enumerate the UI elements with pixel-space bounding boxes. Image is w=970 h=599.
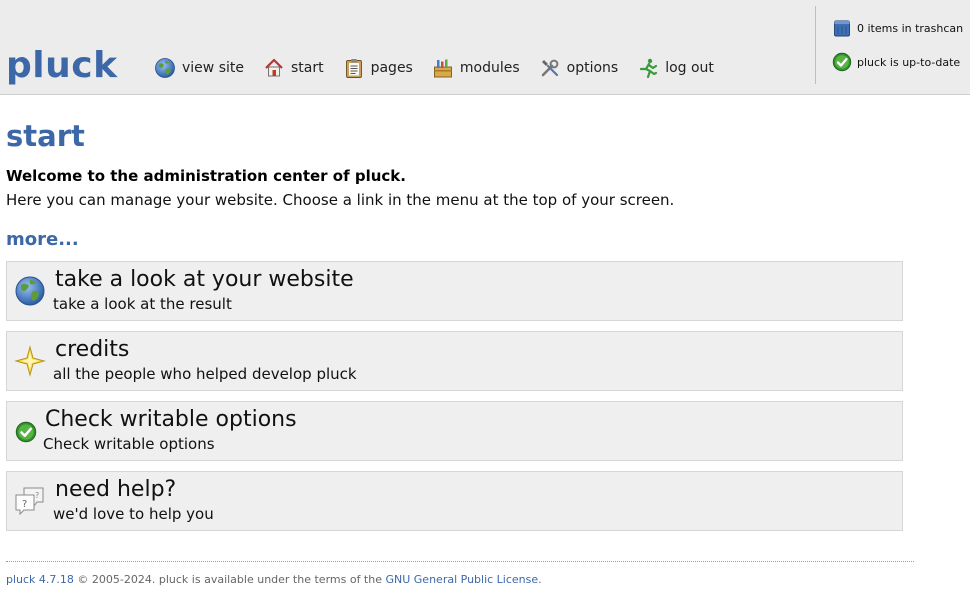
nav-start[interactable]: start [263, 57, 324, 79]
check-icon [15, 421, 37, 443]
nav-modules[interactable]: modules [432, 57, 520, 79]
help-bubbles-icon: ? ? [15, 487, 44, 516]
version-link[interactable]: pluck 4.7.18 [6, 573, 74, 586]
welcome-heading: Welcome to the administration center of … [6, 167, 406, 185]
clipboard-icon [345, 59, 362, 78]
box-subtitle: take a look at the result [53, 295, 232, 313]
nav-label: view site [182, 60, 244, 76]
box-title: take a look at your website [55, 267, 354, 292]
page-title: start [6, 119, 85, 153]
nav-view-site[interactable]: view site [154, 57, 244, 79]
box-subtitle: all the people who helped develop pluck [53, 365, 357, 383]
more-link[interactable]: more... [6, 228, 79, 252]
nav-pages[interactable]: pages [343, 57, 413, 79]
license-link[interactable]: GNU General Public License [385, 573, 538, 586]
site-logo[interactable]: pluck [6, 42, 118, 90]
nav-label: log out [665, 60, 714, 76]
check-icon [832, 52, 852, 72]
box-need-help[interactable]: ? ? need help? we'd love to help you [6, 471, 903, 531]
box-check-writable[interactable]: Check writable options Check writable op… [6, 401, 903, 461]
svg-text:?: ? [22, 499, 27, 510]
update-status[interactable]: pluck is up-to-date [832, 52, 960, 72]
update-status-text: pluck is up-to-date [857, 55, 961, 69]
toolbox-icon [433, 59, 452, 78]
copyright-text: © 2005-2024. pluck is available under th… [73, 573, 386, 586]
star-icon [14, 345, 46, 377]
nav-label: modules [459, 60, 520, 76]
nav-log-out[interactable]: log out [637, 57, 714, 79]
box-subtitle: Check writable options [43, 435, 215, 453]
box-title: Check writable options [45, 407, 297, 432]
box-subtitle: we'd love to help you [53, 505, 214, 523]
header: pluck view site start pages modules opti… [0, 0, 970, 95]
nav-options[interactable]: options [539, 57, 619, 79]
footer-divider [6, 561, 914, 562]
box-title: need help? [55, 477, 177, 502]
trash-count: 0 items in trashcan [857, 21, 964, 35]
nav-label: options [566, 60, 619, 76]
running-man-icon [640, 58, 658, 79]
nav-label: start [290, 60, 324, 76]
box-credits[interactable]: credits all the people who helped develo… [6, 331, 903, 391]
trashcan-icon [834, 20, 850, 37]
globe-icon [15, 276, 45, 306]
box-title: credits [55, 337, 130, 362]
home-icon [265, 58, 283, 77]
box-view-website[interactable]: take a look at your website take a look … [6, 261, 903, 321]
nav-label: pages [370, 60, 413, 76]
intro-text: Here you can manage your website. Choose… [6, 191, 675, 209]
footer: pluck 4.7.18 © 2005-2024. pluck is avail… [6, 572, 542, 588]
globe-icon [155, 58, 175, 78]
status-panel: 0 items in trashcan pluck is up-to-date [815, 6, 970, 84]
footer-period: . [538, 573, 542, 586]
svg-text:?: ? [35, 491, 39, 500]
main-nav: view site start pages modules options lo… [154, 56, 733, 80]
trashcan-link[interactable]: 0 items in trashcan [832, 18, 963, 38]
tools-icon [541, 59, 559, 77]
